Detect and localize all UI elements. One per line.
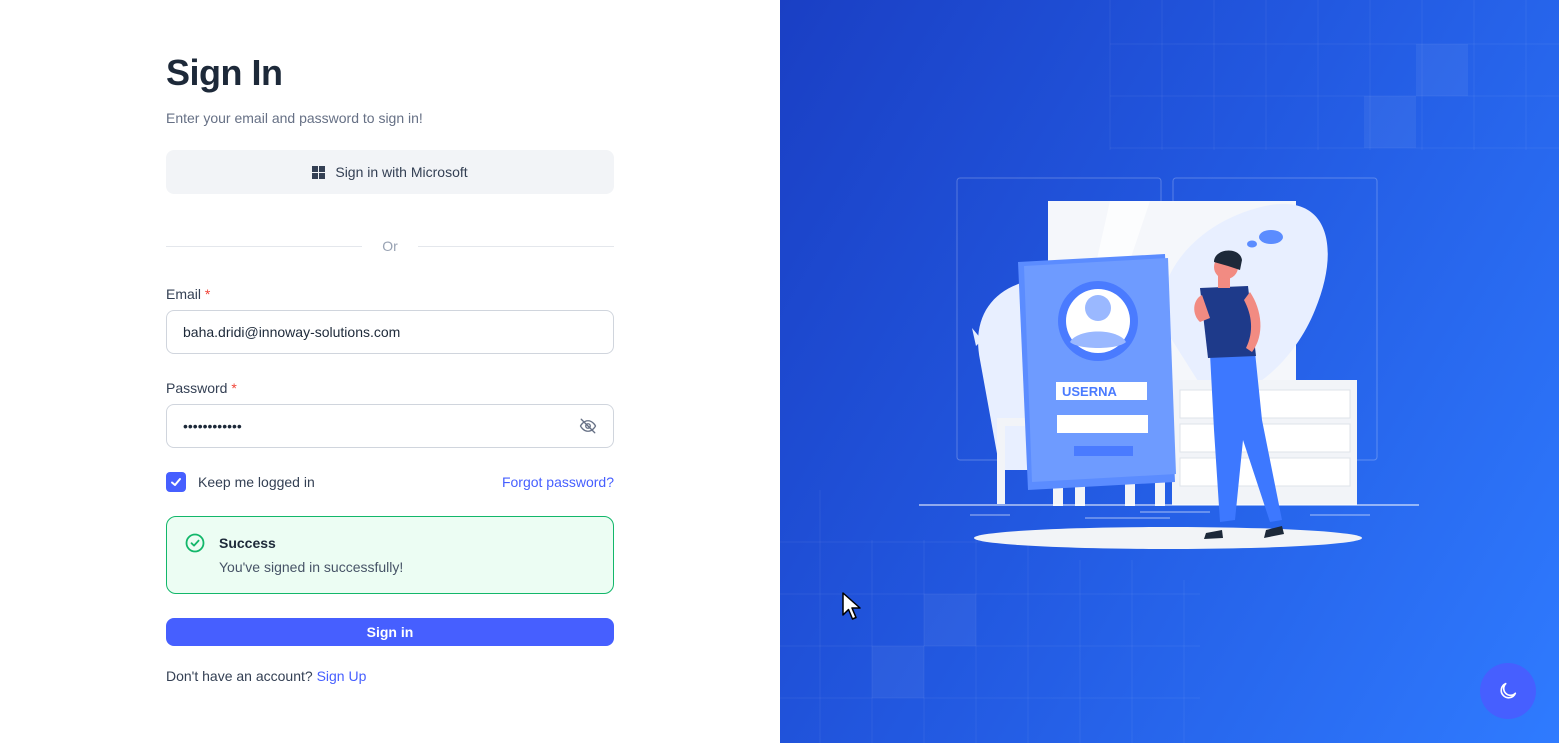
eye-off-icon[interactable] bbox=[579, 417, 597, 435]
or-divider: Or bbox=[166, 236, 614, 256]
email-label: Email * bbox=[166, 284, 614, 304]
alert-title: Success bbox=[219, 535, 276, 551]
check-circle-icon bbox=[185, 533, 205, 553]
sign-up-link[interactable]: Sign Up bbox=[317, 668, 367, 684]
email-value: baha.dridi@innoway-solutions.com bbox=[183, 324, 401, 340]
forgot-password-link[interactable]: Forgot password? bbox=[502, 474, 614, 490]
login-illustration: USERNA bbox=[919, 177, 1419, 549]
divider-line-left bbox=[166, 245, 363, 247]
page-subtitle: Enter your email and password to sign in… bbox=[166, 110, 423, 126]
illustration-panel: USERNA bbox=[780, 0, 1559, 743]
password-label: Password * bbox=[166, 378, 614, 398]
password-required-mark: * bbox=[231, 380, 237, 396]
sign-in-form: Sign In Enter your email and password to… bbox=[166, 50, 614, 684]
sign-in-button[interactable]: Sign in bbox=[166, 618, 614, 646]
keep-logged-in: Keep me logged in bbox=[166, 472, 315, 492]
alert-content: Success You've signed in successfully! bbox=[219, 533, 403, 577]
theme-toggle-button[interactable] bbox=[1480, 663, 1536, 719]
illustration-badge-text: USERNA bbox=[1062, 384, 1118, 399]
options-row: Keep me logged in Forgot password? bbox=[166, 472, 614, 492]
success-alert: Success You've signed in successfully! bbox=[166, 516, 614, 594]
divider-label: Or bbox=[382, 238, 398, 254]
alert-message: You've signed in successfully! bbox=[219, 559, 404, 575]
keep-logged-in-checkbox[interactable] bbox=[166, 472, 186, 492]
microsoft-icon bbox=[312, 165, 326, 179]
divider-line-right bbox=[417, 245, 614, 247]
microsoft-button-label: Sign in with Microsoft bbox=[335, 164, 468, 180]
password-field[interactable]: •••••••••••• bbox=[166, 404, 614, 448]
sign-in-panel: Sign In Enter your email and password to… bbox=[0, 0, 780, 743]
email-label-text: Email bbox=[166, 286, 202, 302]
sign-in-with-microsoft-button[interactable]: Sign in with Microsoft bbox=[166, 150, 614, 194]
no-account-text: Don't have an account? bbox=[166, 668, 313, 684]
email-field[interactable]: baha.dridi@innoway-solutions.com bbox=[166, 310, 614, 354]
signup-prompt: Don't have an account? Sign Up bbox=[166, 668, 614, 684]
password-label-text: Password bbox=[166, 380, 228, 396]
check-icon bbox=[171, 478, 181, 486]
keep-logged-in-label: Keep me logged in bbox=[198, 474, 315, 490]
moon-icon bbox=[1500, 682, 1517, 699]
email-required-mark: * bbox=[204, 286, 211, 302]
password-value: •••••••••••• bbox=[183, 418, 242, 434]
page-title: Sign In bbox=[166, 52, 283, 93]
